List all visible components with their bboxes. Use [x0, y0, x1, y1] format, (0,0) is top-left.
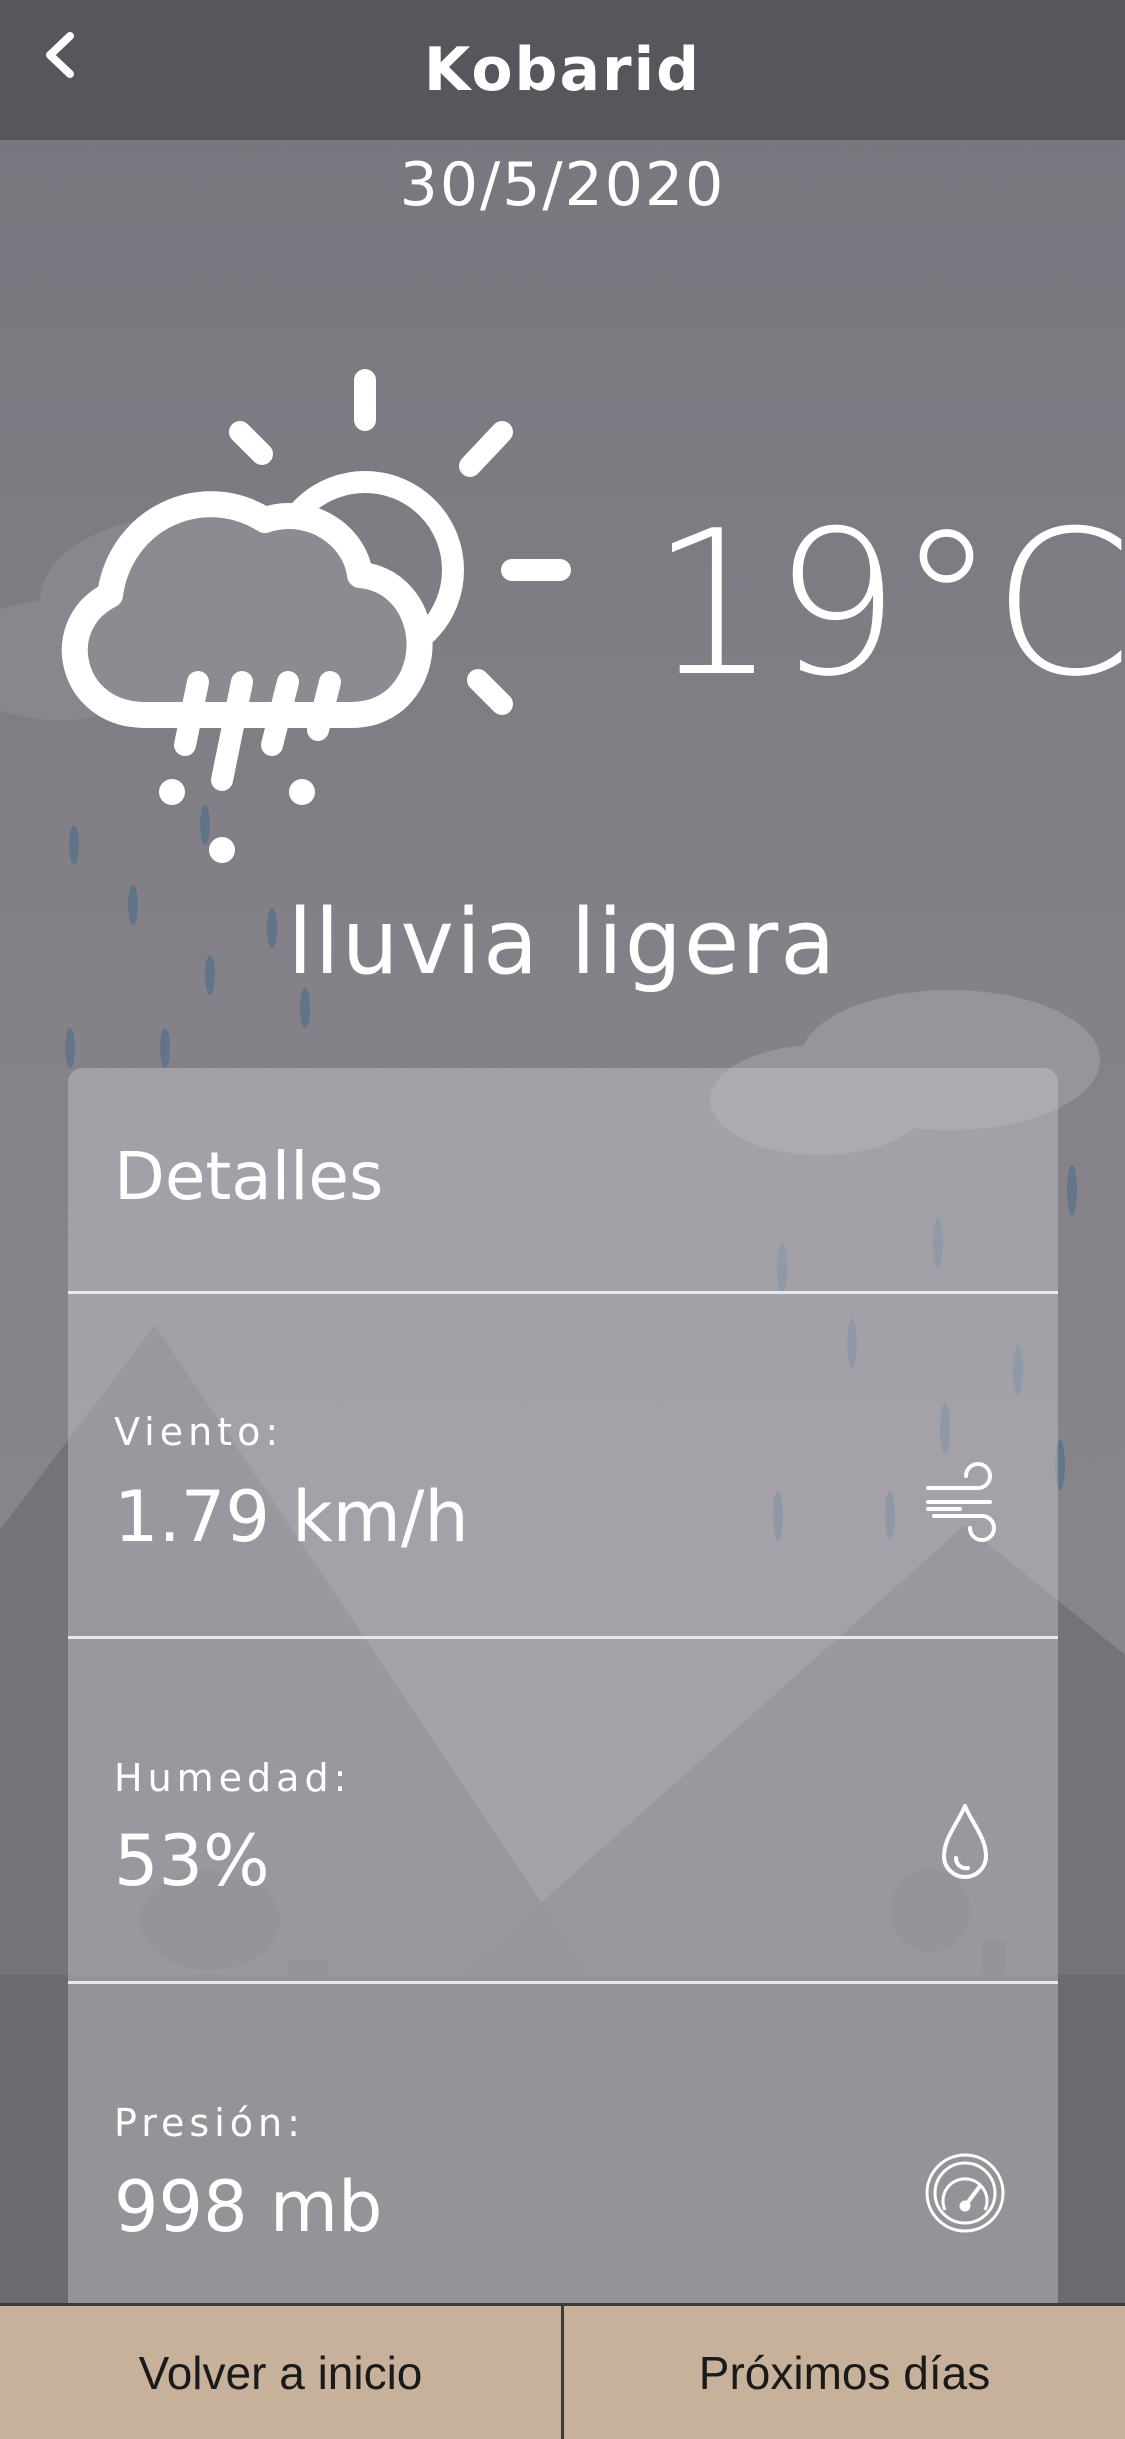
humidity-label: Humedad: [114, 1756, 352, 1800]
weather-description: lluvia ligera [287, 890, 838, 995]
home-button[interactable]: Volver a inicio [0, 2306, 561, 2439]
divider [68, 1291, 1058, 1294]
forecast-date: 30/5/2020 [399, 150, 726, 220]
wind-icon [926, 1462, 996, 1542]
temperature: 19°C [650, 488, 1125, 721]
partly-sunny-rain-icon [61, 369, 571, 863]
divider [68, 1981, 1058, 1984]
divider [68, 1636, 1058, 1639]
details-title: Detalles [114, 1138, 384, 1215]
water-drop-icon [942, 1804, 988, 1879]
next-days-button[interactable]: Próximos días [561, 2306, 1125, 2439]
gauge-icon [925, 2153, 1005, 2233]
top-bar: Kobarid [0, 0, 1125, 140]
chevron-left-icon [46, 32, 74, 78]
pressure-label: Presión: [114, 2101, 305, 2145]
page-title: Kobarid [423, 35, 702, 105]
details-card: Detalles Viento: 1.79 km/h Humedad: 53% … [68, 1068, 1058, 2308]
bottom-navigation: Volver a inicio Próximos días [0, 2303, 1125, 2439]
pressure-value: 998 mb [114, 2166, 383, 2248]
back-button[interactable] [30, 20, 90, 90]
wind-label: Viento: [114, 1410, 284, 1454]
wind-value: 1.79 km/h [114, 1476, 469, 1558]
humidity-value: 53% [114, 1820, 270, 1902]
